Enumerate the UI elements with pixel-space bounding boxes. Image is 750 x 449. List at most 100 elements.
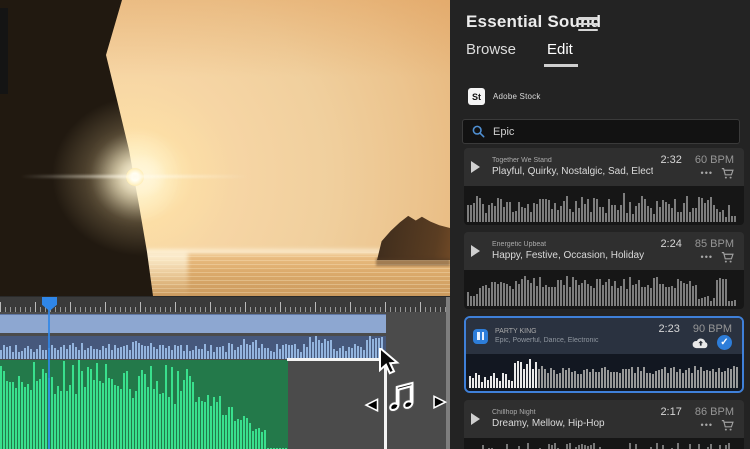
waveform-bar	[207, 351, 209, 359]
waveform-bar	[662, 444, 664, 449]
waveform-bar	[138, 343, 140, 359]
waveform-bar	[515, 280, 517, 306]
waveform-bar	[126, 370, 128, 449]
waveform-bar	[499, 380, 501, 388]
add-to-cart-icon[interactable]	[721, 419, 734, 432]
waveform-bar	[36, 348, 38, 359]
waveform-bar	[563, 284, 565, 306]
waveform-bar	[572, 211, 574, 222]
waveform-bar	[273, 351, 275, 359]
search-input[interactable]: Epic	[462, 119, 740, 144]
audio-clip-waveform[interactable]	[0, 360, 288, 449]
track-waveform[interactable]	[464, 270, 744, 309]
track-waveform[interactable]	[464, 186, 744, 225]
waveform-bar	[581, 443, 583, 449]
hamburger-icon[interactable]	[578, 17, 598, 31]
waveform-bar	[496, 377, 498, 388]
waveform-bar	[487, 380, 489, 388]
waveform-bar	[111, 350, 113, 359]
track-header: Chillhop Night Dreamy, Mellow, Hip-Hop 2…	[464, 400, 744, 438]
more-options-icon[interactable]: •••	[701, 253, 713, 262]
track-title: PARTY KING	[495, 328, 537, 335]
waveform-bar	[632, 284, 634, 306]
waveform-bar	[321, 342, 323, 359]
waveform-bar	[204, 402, 206, 449]
waveform-bar	[523, 369, 525, 388]
waveform-bar	[66, 391, 68, 449]
play-button[interactable]	[471, 245, 485, 257]
waveform-bar	[643, 366, 645, 388]
waveform-bar	[686, 195, 688, 222]
waveform-bar	[156, 349, 158, 359]
waveform-bar	[719, 211, 721, 222]
track-item-selected[interactable]: PARTY KING Epic, Powerful, Dance, Electr…	[464, 316, 744, 393]
waveform-bar	[168, 397, 170, 449]
play-button[interactable]	[471, 413, 485, 425]
waveform-bar	[680, 281, 682, 306]
waveform-bar	[204, 344, 206, 359]
tab-edit[interactable]: Edit	[547, 41, 573, 58]
waveform-bar	[93, 348, 95, 359]
waveform-bar	[210, 406, 212, 449]
waveform-bar	[539, 199, 541, 222]
sea-rock	[377, 215, 450, 260]
waveform-bar	[503, 206, 505, 222]
waveform-bar	[144, 346, 146, 359]
waveform-bar	[15, 344, 17, 359]
waveform-bar	[641, 286, 643, 306]
waveform-bar	[3, 344, 5, 359]
track-item[interactable]: Together We Stand Playful, Quirky, Nosta…	[464, 148, 744, 225]
waveform-bar	[502, 372, 504, 388]
waveform-bar	[688, 367, 690, 388]
waveform-bar	[141, 345, 143, 359]
waveform-bar	[677, 278, 679, 306]
more-options-icon[interactable]: •••	[701, 169, 713, 178]
waveform-bar	[518, 284, 520, 306]
waveform-bar	[249, 423, 251, 449]
track-waveform[interactable]	[466, 354, 742, 391]
waveform-bar	[33, 351, 35, 359]
track-item[interactable]: Chillhop Night Dreamy, Mellow, Hip-Hop 2…	[464, 400, 744, 449]
add-to-cart-icon[interactable]	[721, 167, 734, 180]
track-item[interactable]: Energetic Upbeat Happy, Festive, Occasio…	[464, 232, 744, 309]
waveform-bar	[222, 345, 224, 359]
waveform-bar	[611, 205, 613, 222]
waveform-bar	[566, 444, 568, 449]
timeline-scrollbar[interactable]	[446, 297, 450, 449]
adobe-stock-icon: St	[468, 88, 485, 105]
waveform-bar	[153, 388, 155, 449]
waveform-bar	[661, 369, 663, 388]
trim-edge-right[interactable]	[384, 358, 387, 449]
timeline-ruler[interactable]	[0, 297, 450, 312]
pause-button[interactable]	[473, 328, 488, 344]
waveform-bar	[54, 393, 56, 449]
waveform-bar	[162, 344, 164, 359]
waveform-bar	[261, 344, 263, 359]
waveform-bar	[698, 299, 700, 306]
more-options-icon[interactable]: •••	[701, 421, 713, 430]
track-waveform[interactable]	[464, 438, 744, 449]
waveform-bar	[520, 361, 522, 388]
cloud-sync-icon[interactable]	[692, 337, 709, 349]
waveform-bar	[716, 280, 718, 306]
provider-label: Adobe Stock	[493, 92, 541, 101]
waveform-bar	[733, 366, 735, 388]
waveform-bar	[556, 373, 558, 388]
waveform-bar	[652, 373, 654, 388]
waveform-bar	[18, 352, 20, 359]
waveform-bar	[722, 279, 724, 306]
waveform-bar	[628, 368, 630, 388]
waveform-bar	[69, 345, 71, 359]
waveform-bar	[548, 286, 550, 306]
tab-browse[interactable]: Browse	[466, 41, 516, 58]
video-clip-audio-waveform[interactable]	[0, 336, 386, 359]
video-clip-header[interactable]	[0, 314, 386, 333]
track-tags: Epic, Powerful, Dance, Electronic	[495, 337, 599, 344]
waveform-bar	[722, 210, 724, 222]
waveform-bar	[721, 371, 723, 388]
waveform-bar	[171, 349, 173, 359]
waveform-bar	[470, 295, 472, 306]
waveform-bar	[18, 376, 20, 449]
play-button[interactable]	[471, 161, 485, 173]
add-to-cart-icon[interactable]	[721, 251, 734, 264]
